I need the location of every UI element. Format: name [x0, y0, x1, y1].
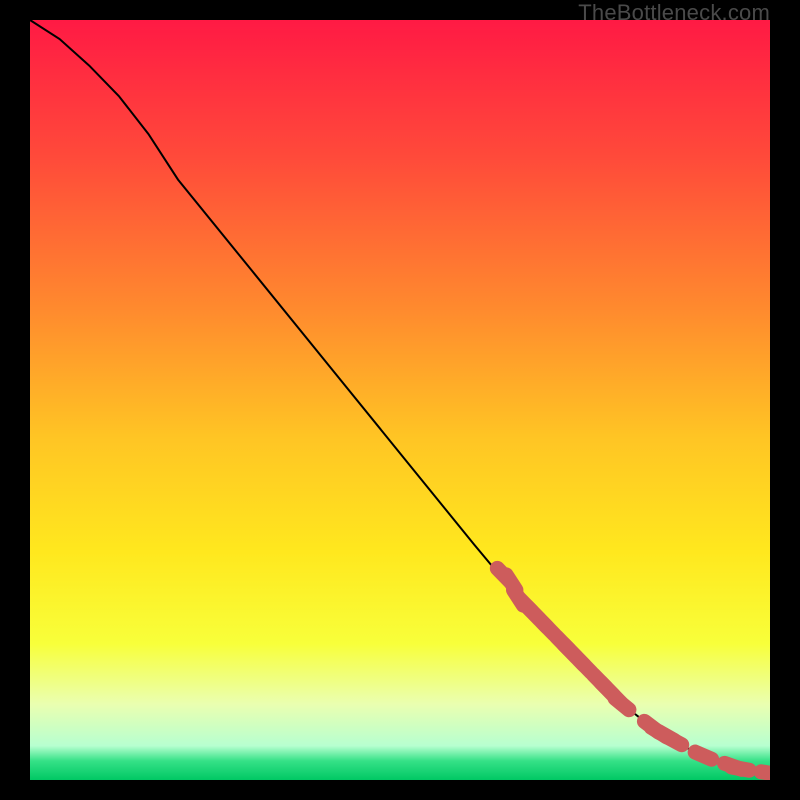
- data-marker: [695, 752, 712, 759]
- data-marker: [732, 767, 750, 770]
- data-marker: [666, 736, 682, 744]
- chart-frame: TheBottleneck.com: [0, 0, 800, 800]
- gradient-background: [30, 20, 770, 780]
- data-marker: [761, 772, 770, 775]
- data-marker: [615, 698, 629, 709]
- plot-area: [30, 20, 770, 780]
- gradient-curve-chart: [30, 20, 770, 780]
